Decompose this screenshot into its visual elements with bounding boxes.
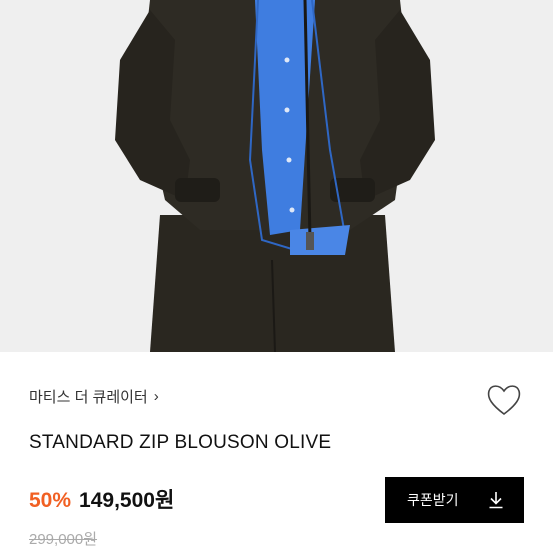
heart-outline-icon <box>487 385 521 416</box>
product-image <box>0 0 553 352</box>
brand-link[interactable]: 마티스 더 큐레이터 › <box>29 386 159 407</box>
product-name: STANDARD ZIP BLOUSON OLIVE <box>29 432 332 453</box>
original-price: 299,000원 <box>29 531 98 548</box>
chevron-right-icon: › <box>153 388 159 405</box>
product-info-panel: 마티스 더 큐레이터 › STANDARD ZIP BLOUSON OLIVE … <box>0 352 553 553</box>
download-icon <box>489 492 503 509</box>
coupon-button-label: 쿠폰받기 <box>407 492 459 508</box>
coupon-download-button[interactable]: 쿠폰받기 <box>385 477 524 523</box>
brand-name: 마티스 더 큐레이터 <box>29 389 148 406</box>
sale-price: 149,500원 <box>79 489 175 512</box>
price-row: 50% 149,500원 <box>29 484 174 514</box>
product-photo-illustration <box>0 0 553 352</box>
wishlist-button[interactable] <box>484 380 524 420</box>
discount-rate: 50% <box>29 489 72 512</box>
